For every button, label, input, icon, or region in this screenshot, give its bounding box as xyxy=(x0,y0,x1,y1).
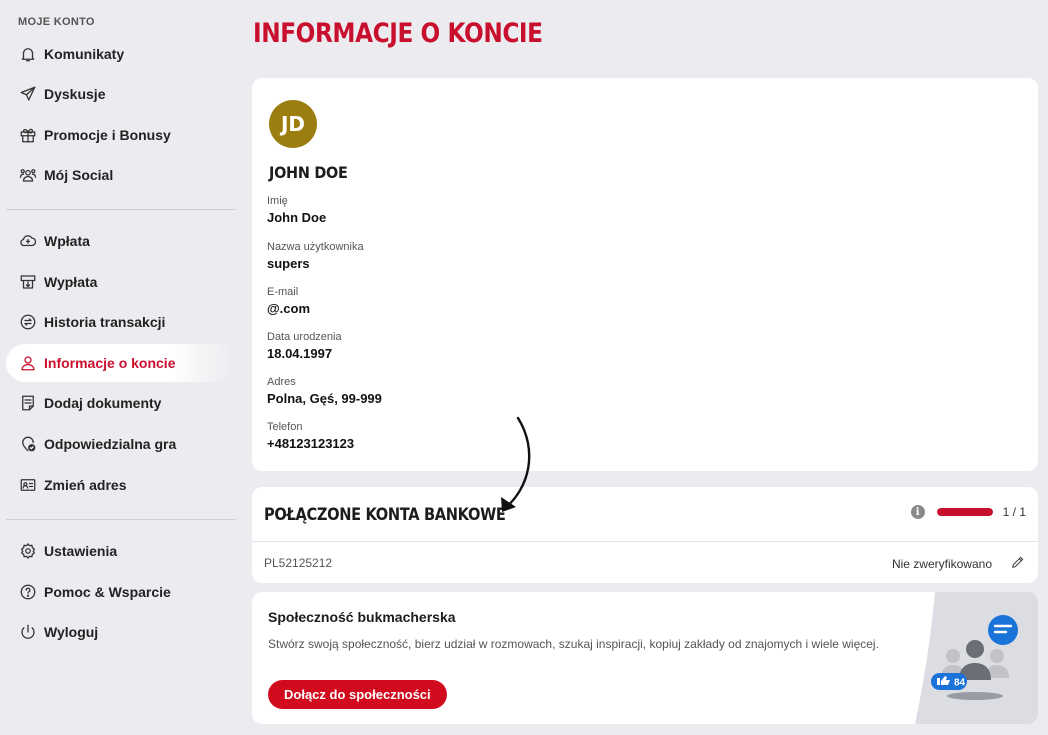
help-icon xyxy=(18,582,38,602)
avatar: JD xyxy=(269,100,317,148)
community-title: Społeczność bukmacherska xyxy=(268,609,456,625)
community-promo-card: Społeczność bukmacherska Stwórz swoją sp… xyxy=(252,592,1038,724)
sidebar-item-label: Wypłata xyxy=(44,274,98,290)
sidebar-item-ustawienia[interactable]: Ustawienia xyxy=(6,532,236,570)
gear-icon xyxy=(18,541,38,561)
sidebar-divider xyxy=(6,209,236,210)
sidebar-item-zmien-adres[interactable]: Zmień adres xyxy=(6,466,236,504)
sidebar-item-label: Odpowiedzialna gra xyxy=(44,436,177,452)
bank-account-number: PL52125212 xyxy=(264,556,333,570)
sidebar-item-moj-social[interactable]: Mój Social xyxy=(6,156,236,194)
field-value: Polna, Gęś, 99-999 xyxy=(267,391,382,406)
paper-plane-icon xyxy=(18,84,38,104)
profile-name: JOHN DOE xyxy=(269,163,348,182)
sidebar-item-informacje[interactable]: Informacje o koncie xyxy=(6,344,236,382)
sidebar-item-label: Dyskusje xyxy=(44,86,106,102)
user-icon xyxy=(18,353,38,373)
sidebar-item-label: Wpłata xyxy=(44,233,90,249)
chat-bubble-icon xyxy=(988,615,1018,645)
field-label: E-mail xyxy=(267,286,299,298)
sidebar-item-odpowiedzialna-gra[interactable]: Odpowiedzialna gra xyxy=(6,425,236,463)
bank-accounts-card: POŁĄCZONE KONTA BANKOWE i 1 / 1 PL521252… xyxy=(252,487,1038,583)
field-value: supers xyxy=(267,256,310,271)
field-address: Adres Polna, Gęś, 99-999 xyxy=(267,376,382,406)
sidebar-item-dokumenty[interactable]: Dodaj dokumenty xyxy=(6,384,236,422)
document-icon xyxy=(18,393,38,413)
join-community-button[interactable]: Dołącz do społeczności xyxy=(268,680,447,709)
sidebar-item-pomoc[interactable]: Pomoc & Wsparcie xyxy=(6,573,236,611)
page-title: INFORMACJE O KONCIE xyxy=(253,18,543,49)
field-value: John Doe xyxy=(267,210,327,225)
users-icon xyxy=(18,165,38,185)
sidebar-item-label: Mój Social xyxy=(44,167,114,183)
sidebar-heading: MOJE KONTO xyxy=(18,16,95,28)
verification-status: Nie zweryfikowano xyxy=(891,557,992,571)
bell-icon xyxy=(18,44,38,64)
sidebar-item-label: Komunikaty xyxy=(44,46,125,62)
field-label: Telefon xyxy=(267,421,303,433)
sidebar-divider xyxy=(6,519,236,520)
deposit-icon xyxy=(18,231,38,251)
field-value: +48123123123 xyxy=(267,436,355,451)
progress-bar xyxy=(936,508,993,516)
gift-icon xyxy=(18,125,38,145)
divider xyxy=(252,541,1038,542)
bank-accounts-title: POŁĄCZONE KONTA BANKOWE xyxy=(264,505,506,525)
community-description: Stwórz swoją społeczność, bierz udział w… xyxy=(268,637,879,651)
sidebar-item-label: Ustawienia xyxy=(44,543,118,559)
pencil-icon[interactable] xyxy=(1010,554,1026,570)
withdraw-icon xyxy=(18,272,38,292)
history-icon xyxy=(18,312,38,332)
likes-count: 84 xyxy=(954,678,966,689)
sidebar-item-label: Zmień adres xyxy=(44,477,127,493)
sidebar-item-dyskusje[interactable]: Dyskusje xyxy=(6,75,236,113)
sidebar-item-wyloguj[interactable]: Wyloguj xyxy=(6,613,236,651)
sidebar-item-label: Dodaj dokumenty xyxy=(44,395,162,411)
power-icon xyxy=(18,622,38,642)
sidebar-item-historia[interactable]: Historia transakcji xyxy=(6,303,236,341)
sidebar-item-label: Pomoc & Wsparcie xyxy=(44,584,171,600)
field-birth-date: Data urodzenia 18.04.1997 xyxy=(267,331,342,361)
sidebar-item-label: Historia transakcji xyxy=(44,314,166,330)
sidebar-item-label: Informacje o koncie xyxy=(44,355,176,371)
field-label: Nazwa użytkownika xyxy=(267,241,364,253)
address-card-icon xyxy=(18,475,38,495)
field-first-name: Imię John Doe xyxy=(267,195,326,225)
info-icon[interactable]: i xyxy=(910,505,925,519)
field-label: Data urodzenia xyxy=(267,331,342,343)
bank-progress: i 1 / 1 xyxy=(910,505,1026,519)
sidebar-item-komunikaty[interactable]: Komunikaty xyxy=(6,35,236,73)
sidebar-item-label: Wyloguj xyxy=(44,624,99,640)
field-value: @.com xyxy=(267,301,311,316)
field-email: E-mail @.com xyxy=(267,286,310,316)
annotation-arrow xyxy=(501,416,531,512)
community-illustration: 84 xyxy=(915,592,1038,724)
sidebar-item-wyplata[interactable]: Wypłata xyxy=(6,263,236,301)
sidebar-item-promocje[interactable]: Promocje i Bonusy xyxy=(6,116,236,154)
shield-check-icon xyxy=(18,434,38,454)
field-username: Nazwa użytkownika supers xyxy=(267,241,364,271)
profile-card: JD JOHN DOE Imię John Doe Nazwa użytkown… xyxy=(252,78,1038,471)
field-label: Adres xyxy=(267,376,296,388)
progress-fill xyxy=(936,508,993,516)
sidebar-item-wplata[interactable]: Wpłata xyxy=(6,222,236,260)
progress-count: 1 / 1 xyxy=(1002,505,1026,519)
field-phone: Telefon +48123123123 xyxy=(267,421,354,451)
sidebar: MOJE KONTO Komunikaty Dyskusje Promocje … xyxy=(0,0,240,735)
field-value: 18.04.1997 xyxy=(267,346,333,361)
field-label: Imię xyxy=(267,195,288,207)
sidebar-item-label: Promocje i Bonusy xyxy=(44,127,171,143)
